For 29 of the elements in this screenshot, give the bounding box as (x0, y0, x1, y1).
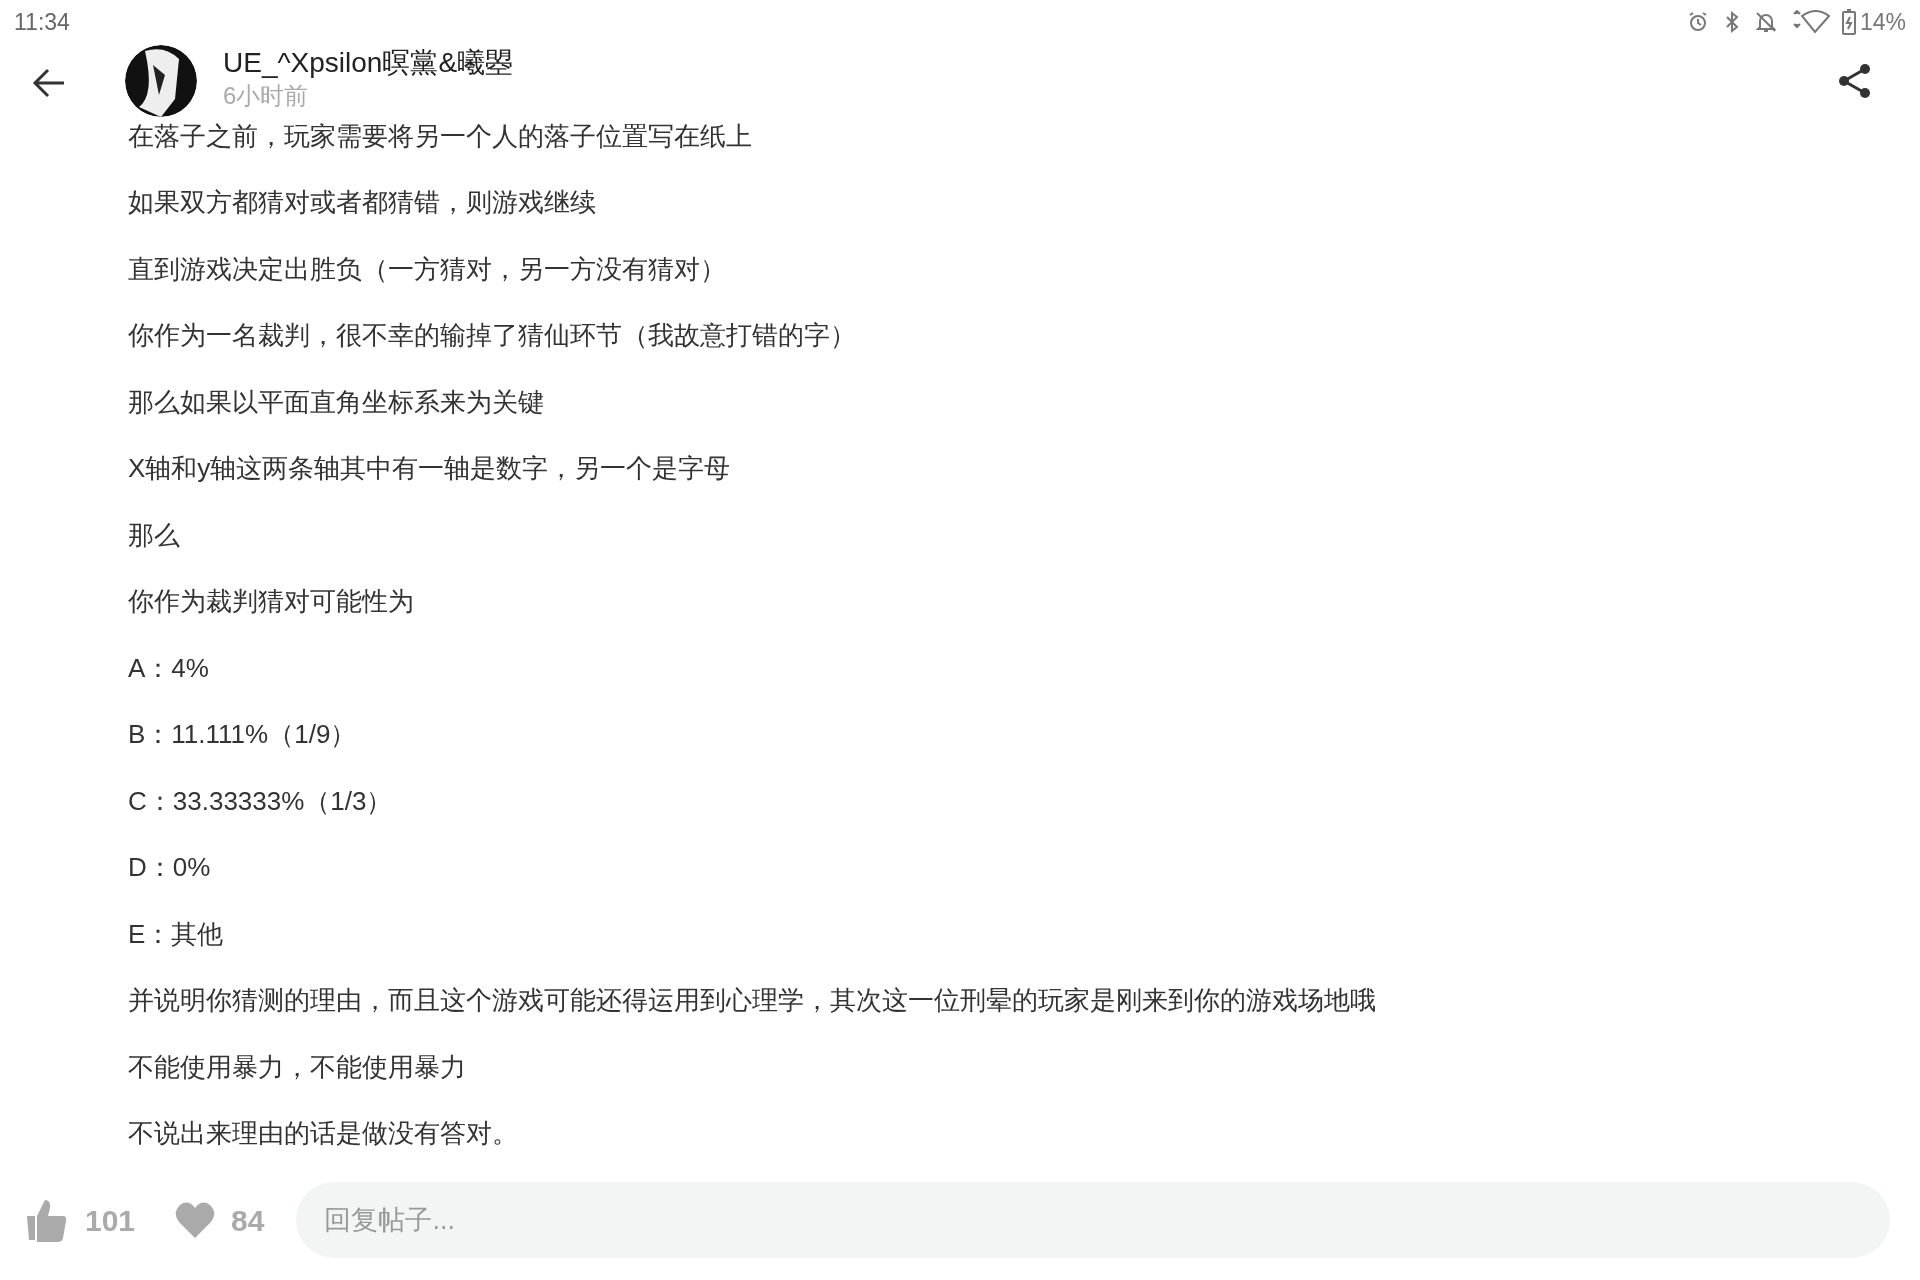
post-text-line: 并说明你猜测的理由，而且这个游戏可能还得运用到心理学，其次这一位刑晕的玩家是刚来到你的游戏场地哦 (128, 984, 1376, 1018)
reply-field[interactable]: 回复帖子... (296, 1182, 1890, 1258)
status-time: 11:34 (14, 7, 70, 37)
battery-percentage: 14% (1859, 7, 1906, 37)
post-text-line: 你作为一名裁判，很不幸的输掉了猜仙环节（我故意打错的字） (128, 319, 856, 353)
bell-off-icon (1753, 10, 1778, 34)
author-name[interactable]: UE_^Xpsilon暝黨&曦曌 (223, 45, 514, 81)
favorite-count: 84 (231, 1202, 265, 1239)
post-text-line: A：4% (128, 651, 209, 685)
post-text-line: 你作为裁判猜对可能性为 (128, 585, 414, 619)
post-time: 6小时前 (223, 81, 310, 111)
post-text-line: 那么 (128, 518, 180, 552)
avatar[interactable] (125, 45, 197, 117)
post-text-line: 不说出来理由的话是做没有答对。 (128, 1117, 518, 1151)
post-text-line: 直到游戏决定出胜负（一方猜对，另一方没有猜对） (128, 252, 726, 286)
post-text-line: 不能使用暴力，不能使用暴力 (128, 1050, 466, 1084)
thumbs-up-icon[interactable] (25, 1198, 67, 1242)
back-arrow-icon (32, 68, 66, 98)
post-text-line: 那么如果以平面直角坐标系来为关键 (128, 385, 544, 419)
post-text-line: X轴和y轴这两条轴其中有一轴是数字，另一个是字母 (128, 452, 731, 486)
post-text-line: D：0% (128, 851, 211, 885)
like-count: 101 (85, 1202, 136, 1239)
share-icon (1838, 63, 1872, 99)
post-text-line: E：其他 (128, 917, 224, 951)
post-text-line: C：33.33333%（1/3） (128, 784, 393, 818)
post-text-line: 如果双方都猜对或者都猜错，则游戏继续 (128, 186, 596, 220)
battery-icon (1841, 9, 1856, 35)
post-text-line: B：11.111%（1/9） (128, 718, 357, 752)
post-text-line: 在落子之前，玩家需要将另一个人的落子位置写在纸上 (128, 119, 752, 153)
